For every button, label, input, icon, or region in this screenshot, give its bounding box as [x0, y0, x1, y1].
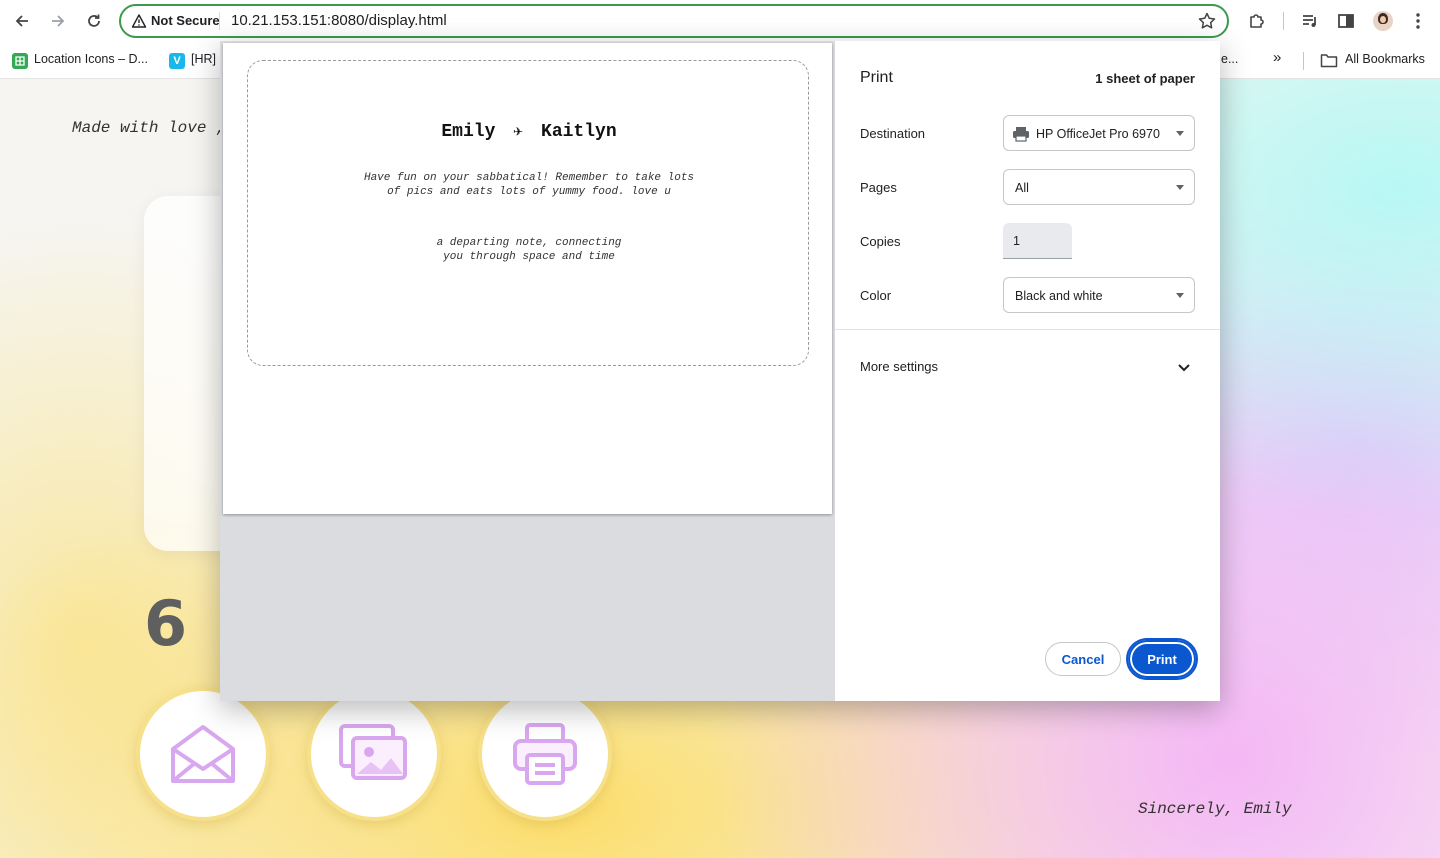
all-bookmarks-link[interactable]: All Bookmarks: [1345, 52, 1425, 66]
puzzle-icon: [1250, 14, 1264, 28]
media-control-button[interactable]: [1299, 10, 1321, 32]
warning-icon[interactable]: [131, 13, 147, 29]
arrow-right-icon: [52, 15, 65, 27]
star-icon[interactable]: [1197, 11, 1217, 31]
preview-names: Emily ✈ Kaitlyn: [248, 121, 810, 142]
side-panel-button[interactable]: [1335, 10, 1357, 32]
destination-value: HP OfficeJet Pro 6970: [1036, 127, 1160, 141]
print-page-button[interactable]: [478, 687, 612, 821]
envelope-button[interactable]: [136, 687, 270, 821]
signature-text: Sincerely, Emily: [1138, 800, 1292, 818]
bookmark-location-icons[interactable]: Location Icons – D...: [34, 52, 148, 66]
color-label: Color: [860, 288, 892, 303]
airplane-icon: ✈: [513, 123, 524, 141]
copies-value: 1: [1013, 234, 1020, 248]
color-select[interactable]: Black and white: [1003, 277, 1195, 313]
dropdown-caret-icon: [1176, 185, 1184, 190]
tagline-line-1: a departing note, connecting: [436, 237, 622, 249]
settings-divider: [835, 329, 1220, 330]
more-settings-toggle[interactable]: More settings: [860, 359, 938, 374]
preview-note-card: Emily ✈ Kaitlyn Have fun on your sabbatica…: [247, 60, 809, 366]
folder-icon: [1320, 54, 1338, 68]
made-with-text: Made with love ,: [72, 119, 226, 137]
spreadsheet-favicon-icon: [12, 53, 28, 69]
copies-input[interactable]: 1: [1003, 223, 1072, 259]
cancel-button[interactable]: Cancel: [1045, 642, 1121, 676]
preview-sheet: Emily ✈ Kaitlyn Have fun on your sabbatica…: [223, 43, 832, 514]
toolbar-divider: [1283, 12, 1284, 30]
profile-avatar[interactable]: [1373, 11, 1393, 31]
print-preview-area: Emily ✈ Kaitlyn Have fun on your sabbatica…: [220, 41, 835, 701]
photos-icon: [339, 724, 407, 780]
printer-icon: [513, 723, 577, 785]
reload-icon: [88, 14, 100, 27]
reload-button[interactable]: [82, 9, 106, 33]
preview-note-text: Have fun on your sabbatical! Remember to…: [363, 172, 695, 198]
printer-small-icon: [1013, 127, 1029, 142]
from-name: Emily: [441, 122, 496, 142]
destination-select[interactable]: HP OfficeJet Pro 6970: [1003, 115, 1195, 151]
pages-select[interactable]: All: [1003, 169, 1195, 205]
sheet-count: 1 sheet of paper: [1095, 71, 1195, 86]
destination-label: Destination: [860, 126, 926, 141]
browser-menu-button[interactable]: [1407, 10, 1429, 32]
browser-toolbar: Not Secure 10.21.153.151:8080/display.ht…: [0, 0, 1440, 42]
media-queue-icon: [1303, 15, 1316, 27]
photos-button[interactable]: [307, 687, 441, 821]
side-panel-icon: [1338, 14, 1354, 28]
envelope-icon: [171, 725, 235, 783]
pages-value: All: [1015, 181, 1029, 195]
bookmarks-divider: [1303, 52, 1304, 70]
print-dialog: Emily ✈ Kaitlyn Have fun on your sabbatica…: [220, 41, 1220, 701]
copies-label: Copies: [860, 234, 901, 249]
print-settings-panel: Print 1 sheet of paper Destination HP Of…: [835, 41, 1220, 701]
bookmarks-overflow-chevron-icon[interactable]: »: [1273, 49, 1281, 66]
address-bar[interactable]: Not Secure 10.21.153.151:8080/display.ht…: [119, 4, 1229, 38]
chevron-down-icon[interactable]: [1176, 359, 1192, 375]
extensions-button[interactable]: [1246, 10, 1268, 32]
print-dialog-title: Print: [860, 69, 893, 86]
vimeo-favicon-icon: V: [169, 53, 185, 69]
tagline-line-2: you through space and time: [443, 251, 615, 263]
bookmark-hr[interactable]: [HR]: [191, 52, 216, 66]
print-button[interactable]: Print: [1128, 640, 1196, 678]
pages-label: Pages: [860, 180, 897, 195]
dropdown-caret-icon: [1176, 131, 1184, 136]
back-button[interactable]: [10, 9, 34, 33]
to-name: Kaitlyn: [541, 122, 617, 142]
url-text[interactable]: 10.21.153.151:8080/display.html: [231, 12, 447, 29]
omnibox-separator: [219, 12, 220, 30]
bookmark-truncated[interactable]: e...: [1221, 52, 1238, 66]
preview-tagline: a departing note, connecting you through…: [398, 236, 660, 264]
forward-button[interactable]: [46, 9, 70, 33]
arrow-left-icon: [15, 15, 28, 27]
dropdown-caret-icon: [1176, 293, 1184, 298]
kebab-menu-icon: [1416, 13, 1420, 29]
color-value: Black and white: [1015, 289, 1103, 303]
security-label[interactable]: Not Secure: [151, 13, 220, 28]
